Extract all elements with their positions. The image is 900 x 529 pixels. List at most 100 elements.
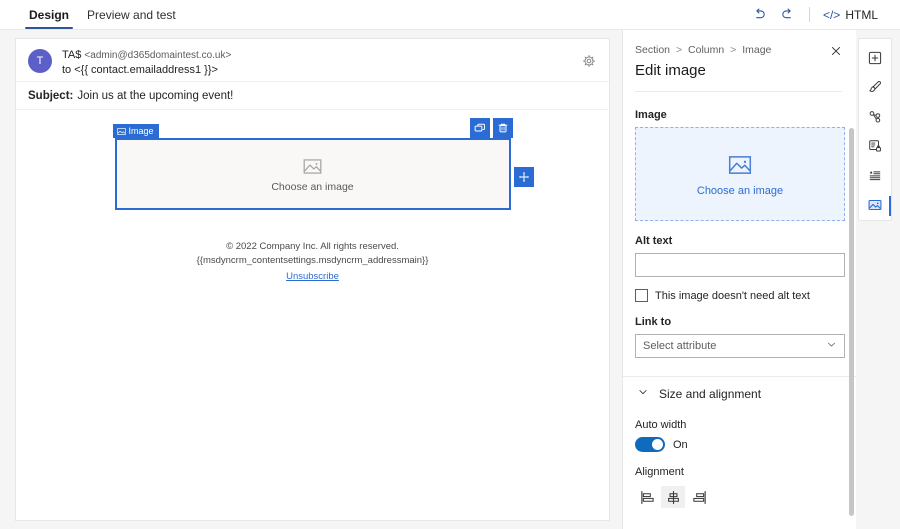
no-alt-text-checkbox[interactable]: [635, 289, 648, 302]
align-center-button[interactable]: [661, 486, 685, 508]
align-right-button[interactable]: [687, 486, 711, 508]
email-from-line: TA$ <admin@d365domaintest.co.uk>: [62, 48, 231, 63]
breadcrumb-separator: >: [730, 44, 736, 56]
add-element-icon: [867, 50, 883, 66]
tab-preview-and-test-label: Preview and test: [87, 8, 176, 22]
email-from-name: TA$: [62, 49, 81, 61]
toggle-knob: [652, 439, 663, 450]
move-block-handle[interactable]: [514, 167, 534, 187]
image-block-tag: Image: [113, 124, 159, 138]
main-tabs: Design Preview and test: [0, 0, 185, 29]
components-icon: [867, 109, 883, 125]
html-button[interactable]: </> HTML: [817, 3, 884, 27]
breadcrumb: Section > Column > Image: [635, 44, 842, 56]
tab-design[interactable]: Design: [20, 8, 78, 29]
image-block-wrapper: Image: [115, 138, 511, 210]
email-subject-label: Subject:: [28, 90, 73, 102]
link-to-select[interactable]: Select attribute: [635, 334, 845, 358]
undo-button[interactable]: [746, 3, 774, 27]
no-alt-text-checkbox-row[interactable]: This image doesn't need alt text: [635, 289, 845, 302]
workspace: T TA$ <admin@d365domaintest.co.uk> to <{…: [0, 30, 900, 529]
image-icon: [117, 127, 126, 136]
properties-panel-body: Image Choose an image Alt text This imag…: [623, 95, 857, 529]
alt-text-input[interactable]: [635, 253, 845, 277]
tab-design-label: Design: [29, 8, 69, 22]
delete-block-button[interactable]: [493, 118, 513, 138]
right-icon-rail: [858, 38, 892, 221]
email-subject-row: Subject: Join us at the upcoming event!: [16, 82, 609, 110]
email-footer: © 2022 Company Inc. All rights reserved.…: [16, 240, 609, 284]
size-and-alignment-label: Size and alignment: [659, 387, 761, 401]
avatar-initial: T: [37, 55, 44, 67]
breadcrumb-item-section[interactable]: Section: [635, 44, 670, 56]
unsubscribe-link[interactable]: Unsubscribe: [286, 271, 339, 282]
brush-theme-button[interactable]: [859, 73, 891, 103]
panel-title: Edit image: [635, 62, 842, 79]
align-left-button[interactable]: [635, 486, 659, 508]
components-button[interactable]: [859, 102, 891, 132]
image-placeholder-icon: [302, 156, 323, 177]
undo-icon: [752, 7, 767, 22]
chevron-down-icon: [637, 385, 649, 403]
alt-text-label: Alt text: [635, 235, 845, 247]
properties-panel: Section > Column > Image Edit image Imag…: [622, 30, 856, 529]
redo-button[interactable]: [774, 3, 802, 27]
email-header-lines: TA$ <admin@d365domaintest.co.uk> to <{{ …: [62, 47, 231, 77]
link-to-label: Link to: [635, 316, 845, 328]
gear-icon: [582, 54, 596, 68]
add-element-button[interactable]: [859, 43, 891, 73]
close-icon: [830, 45, 842, 57]
toolbar-divider: [809, 7, 810, 22]
email-settings-button[interactable]: [579, 51, 599, 71]
auto-width-row: On: [635, 437, 845, 452]
email-subject-value: Join us at the upcoming event!: [77, 90, 233, 102]
footer-copyright: © 2022 Company Inc. All rights reserved.: [16, 240, 609, 254]
auto-width-state: On: [673, 439, 688, 451]
email-from-address: <admin@d365domaintest.co.uk>: [84, 50, 231, 61]
email-to-line: to <{{ contact.emailaddress1 }}>: [62, 63, 231, 77]
auto-width-toggle[interactable]: [635, 437, 665, 452]
image-dropzone[interactable]: Choose an image: [635, 127, 845, 221]
breadcrumb-item-image[interactable]: Image: [742, 44, 771, 56]
image-properties-button[interactable]: [859, 191, 891, 221]
auto-width-label: Auto width: [635, 419, 845, 431]
image-block-actions: [470, 118, 513, 138]
content-lock-icon: [867, 138, 883, 154]
chevron-down-icon: [826, 339, 837, 353]
duplicate-block-button[interactable]: [470, 118, 490, 138]
breadcrumb-separator: >: [676, 44, 682, 56]
html-button-label: HTML: [845, 8, 878, 22]
content-lock-button[interactable]: [859, 132, 891, 162]
move-icon: [518, 171, 530, 183]
link-to-selected-value: Select attribute: [643, 340, 716, 352]
tab-preview-and-test[interactable]: Preview and test: [78, 8, 185, 29]
breadcrumb-item-column[interactable]: Column: [688, 44, 724, 56]
alignment-options: [635, 486, 845, 508]
email-body: Image: [16, 110, 609, 520]
email-canvas: T TA$ <admin@d365domaintest.co.uk> to <{…: [15, 38, 610, 521]
image-properties-icon: [867, 197, 883, 213]
size-and-alignment-section-header[interactable]: Size and alignment: [635, 377, 845, 411]
panel-header-divider: [635, 91, 842, 92]
duplicate-icon: [474, 122, 486, 134]
code-icon: </>: [823, 9, 840, 21]
avatar: T: [28, 49, 52, 73]
image-block[interactable]: Choose an image: [115, 138, 511, 210]
align-center-icon: [666, 490, 681, 505]
top-toolbar-actions: </> HTML: [746, 0, 900, 29]
image-block-placeholder-text: Choose an image: [271, 181, 353, 193]
redo-icon: [780, 7, 795, 22]
brush-theme-icon: [867, 79, 883, 95]
list-properties-button[interactable]: [859, 161, 891, 191]
align-right-icon: [692, 490, 707, 505]
no-alt-text-label: This image doesn't need alt text: [655, 290, 810, 302]
align-left-icon: [640, 490, 655, 505]
top-toolbar: Design Preview and test </> HTML: [0, 0, 900, 29]
close-panel-button[interactable]: [828, 43, 844, 59]
alignment-label: Alignment: [635, 466, 845, 478]
image-placeholder-icon: [727, 152, 753, 178]
image-dropzone-label: Choose an image: [697, 185, 783, 197]
properties-panel-header: Section > Column > Image Edit image: [623, 30, 856, 92]
list-properties-icon: [867, 168, 883, 184]
panel-scrollbar[interactable]: [849, 128, 854, 516]
